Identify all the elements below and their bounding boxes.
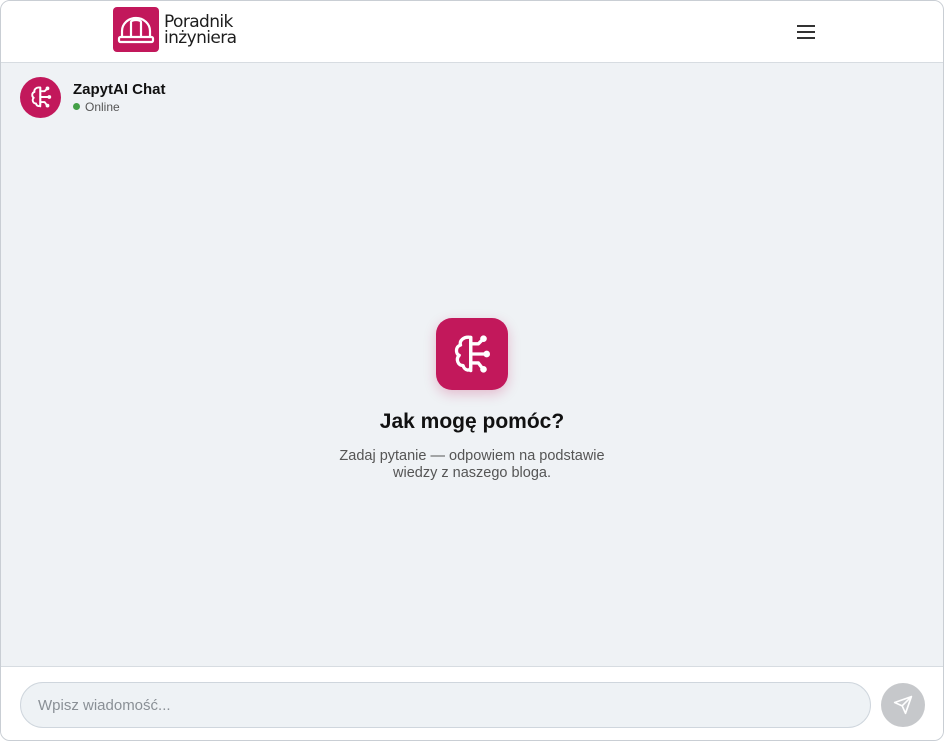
- chat-window: Poradnik inżyniera ZapytAI Chat Online J…: [0, 0, 944, 741]
- chat-header: ZapytAI Chat Online: [20, 76, 166, 118]
- brand-line-2: inżyniera: [164, 27, 237, 48]
- brand-logo[interactable]: Poradnik inżyniera: [113, 7, 237, 52]
- status-label: Online: [85, 99, 120, 114]
- send-icon: [893, 695, 913, 715]
- message-composer: [1, 666, 943, 740]
- empty-state-subtitle: Zadaj pytanie — odpowiem na podstawie wi…: [339, 448, 605, 481]
- chat-title-block: ZapytAI Chat Online: [73, 81, 166, 114]
- brain-circuit-icon: [436, 318, 508, 390]
- online-status: Online: [73, 100, 166, 114]
- brand-name: Poradnik inżyniera: [164, 13, 237, 48]
- top-navbar: Poradnik inżyniera: [1, 1, 943, 63]
- message-input[interactable]: [20, 682, 871, 728]
- empty-state-title: Jak mogę pomóc?: [379, 410, 565, 433]
- send-button[interactable]: [881, 683, 925, 727]
- status-dot-icon: [73, 103, 80, 110]
- chat-title: ZapytAI Chat: [73, 80, 166, 98]
- hamburger-menu-icon[interactable]: [791, 19, 821, 45]
- brain-circuit-icon: [20, 76, 61, 118]
- empty-state: Jak mogę pomóc? Zadaj pytanie — odpowiem…: [1, 318, 943, 482]
- hard-hat-icon: [113, 7, 159, 52]
